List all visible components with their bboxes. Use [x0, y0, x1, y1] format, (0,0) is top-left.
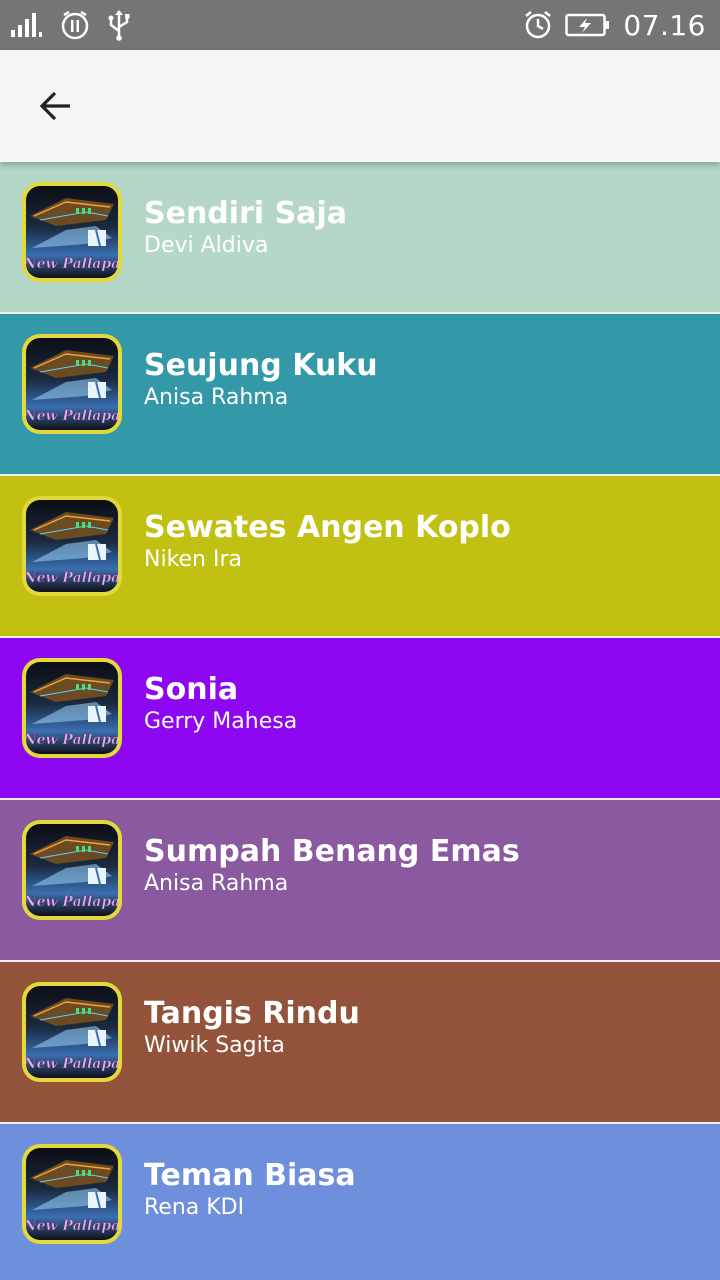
song-artist: Niken Ira: [144, 547, 243, 572]
song-row[interactable]: New Pallapa Sumpah Benang Emas Anisa Rahm…: [0, 800, 720, 962]
song-artist: Rena KDI: [144, 1195, 245, 1220]
alarm-icon: [525, 11, 552, 39]
song-title: Sumpah Benang Emas: [144, 834, 520, 869]
new-pallapa-logo: New Pallapa: [26, 662, 118, 754]
svg-text:New Pallapa: New Pallapa: [26, 408, 118, 424]
song-row[interactable]: New Pallapa Sonia Gerry Mahesa: [0, 638, 720, 800]
usb-icon: [108, 10, 130, 41]
back-button[interactable]: [28, 78, 84, 134]
app-bar: [0, 50, 720, 162]
song-title: Tangis Rindu: [144, 996, 360, 1031]
song-text: Seujung Kuku Anisa Rahma: [144, 348, 378, 412]
song-artist: Anisa Rahma: [144, 871, 289, 896]
song-text: Sendiri Saja Devi Aldiva: [144, 196, 347, 260]
new-pallapa-logo: New Pallapa: [26, 338, 118, 430]
svg-text:New Pallapa: New Pallapa: [26, 1218, 118, 1234]
album-thumbnail: New Pallapa: [22, 982, 122, 1082]
song-artist: Devi Aldiva: [144, 233, 269, 258]
song-row[interactable]: New Pallapa Tangis Rindu Wiwik Sagita: [0, 962, 720, 1124]
new-pallapa-logo: New Pallapa: [26, 986, 118, 1078]
arrow-left-icon: [39, 91, 70, 121]
song-row[interactable]: New Pallapa Teman Biasa Rena KDI: [0, 1124, 720, 1280]
song-text: Sumpah Benang Emas Anisa Rahma: [144, 834, 520, 898]
album-thumbnail: New Pallapa: [22, 1144, 122, 1244]
svg-text:New Pallapa: New Pallapa: [26, 732, 118, 748]
album-thumbnail: New Pallapa: [22, 182, 122, 282]
no-disturb-icon: [61, 10, 89, 40]
song-title: Sendiri Saja: [144, 196, 347, 231]
album-thumbnail: New Pallapa: [22, 496, 122, 596]
status-bar: 07.16: [0, 0, 720, 50]
svg-text:New Pallapa: New Pallapa: [26, 256, 118, 272]
svg-text:New Pallapa: New Pallapa: [26, 1056, 118, 1072]
signal-icon: [11, 13, 42, 37]
new-pallapa-logo: New Pallapa: [26, 186, 118, 278]
song-title: Seujung Kuku: [144, 348, 378, 383]
song-row[interactable]: New Pallapa Sendiri Saja Devi Aldiva: [0, 162, 720, 314]
new-pallapa-logo: New Pallapa: [26, 824, 118, 916]
song-row[interactable]: New Pallapa Seujung Kuku Anisa Rahma: [0, 314, 720, 476]
song-text: Sewates Angen Koplo Niken Ira: [144, 510, 511, 574]
new-pallapa-logo: New Pallapa: [26, 1148, 118, 1240]
song-text: Sonia Gerry Mahesa: [144, 672, 297, 736]
album-thumbnail: New Pallapa: [22, 820, 122, 920]
svg-text:New Pallapa: New Pallapa: [26, 894, 118, 910]
song-title: Sonia: [144, 672, 239, 707]
album-thumbnail: New Pallapa: [22, 658, 122, 758]
song-title: Sewates Angen Koplo: [144, 510, 511, 545]
song-text: Teman Biasa Rena KDI: [144, 1158, 356, 1222]
album-thumbnail: New Pallapa: [22, 334, 122, 434]
song-text: Tangis Rindu Wiwik Sagita: [144, 996, 360, 1060]
battery-charging-icon: [565, 13, 610, 37]
new-pallapa-logo: New Pallapa: [26, 500, 118, 592]
song-artist: Gerry Mahesa: [144, 709, 298, 734]
song-artist: Wiwik Sagita: [144, 1033, 285, 1058]
song-list: New Pallapa Sendiri Saja Devi Aldiva New …: [0, 162, 720, 1280]
song-row[interactable]: New Pallapa Sewates Angen Koplo Niken Ira: [0, 476, 720, 638]
song-title: Teman Biasa: [144, 1158, 356, 1193]
clock-time: 07.16: [623, 8, 706, 42]
song-artist: Anisa Rahma: [144, 385, 289, 410]
svg-text:New Pallapa: New Pallapa: [26, 570, 118, 586]
